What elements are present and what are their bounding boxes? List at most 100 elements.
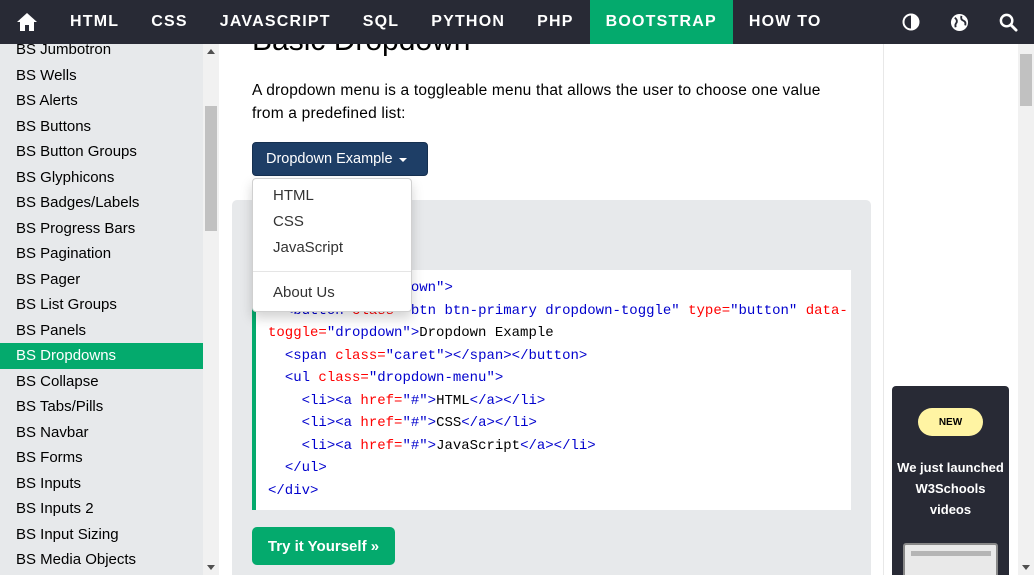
code-token: </a></li> (461, 415, 537, 431)
code-token: "button" (730, 302, 798, 319)
sidebar-item-bs-panels[interactable]: BS Panels (0, 318, 203, 344)
search-icon[interactable] (999, 13, 1018, 32)
promo-message: We just launched W3Schools videos (897, 460, 1004, 517)
sidebar-item-bs-dropdowns[interactable]: BS Dropdowns (0, 343, 203, 369)
code-token: > (494, 370, 504, 386)
contrast-icon[interactable] (902, 13, 920, 31)
code-token: href= (360, 415, 403, 431)
code-token: HTML (436, 392, 470, 409)
code-token: type= (688, 302, 731, 319)
sidebar-item-bs-media-objects[interactable]: BS Media Objects (0, 547, 203, 573)
code-token: > (410, 325, 420, 341)
sidebar-item-bs-badges-labels[interactable]: BS Badges/Labels (0, 190, 203, 216)
code-token: href= (360, 437, 403, 454)
sidebar-item-bs-progress-bars[interactable]: BS Progress Bars (0, 216, 203, 242)
code-token: <ul (284, 370, 319, 386)
code-token: href= (360, 392, 403, 409)
sidebar-scrollbar[interactable] (203, 44, 219, 575)
code-token: > (444, 280, 453, 296)
sidebar-item-bs-inputs[interactable]: BS Inputs (0, 471, 203, 497)
code-token: Dropdown Example (419, 325, 554, 341)
code-token: > (427, 437, 437, 454)
dropdown-button-label: Dropdown Example (266, 151, 393, 167)
code-token: <span (284, 347, 336, 364)
sidebar-item-bs-forms[interactable]: BS Forms (0, 445, 203, 471)
code-token: data- (805, 302, 848, 319)
nav-link-php[interactable]: PHP (521, 0, 590, 44)
nav-links: HTML CSS JAVASCRIPT SQL PYTHON PHP BOOTSTRAP HO… (54, 0, 838, 44)
sidebar-item-bs-navbar[interactable]: BS Navbar (0, 420, 203, 446)
dropdown-item-javascript[interactable]: JavaScript (273, 239, 343, 256)
sidebar-item-bs-jumbotron[interactable]: BS Jumbotron (0, 44, 203, 63)
code-line: <li><a href="#">HTML</a></li> (268, 390, 851, 413)
caret-down-icon (398, 158, 407, 162)
dropdown-item-about-us[interactable]: About Us (273, 284, 335, 301)
code-token: "#" (402, 392, 428, 409)
dropdown-menu: HTML CSS JavaScript About Us (252, 178, 412, 312)
sidebar-item-bs-pager[interactable]: BS Pager (0, 267, 203, 293)
new-badge: NEW (918, 408, 983, 436)
code-token: <li><a (301, 437, 361, 454)
sidebar-item-bs-buttons[interactable]: BS Buttons (0, 114, 203, 140)
sidebar-item-bs-pagination[interactable]: BS Pagination (0, 241, 203, 267)
nav-right-icons (902, 0, 1018, 44)
code-token: </div> (268, 482, 319, 499)
scroll-down-arrow-icon[interactable] (1022, 565, 1030, 570)
dropdown-example-button[interactable]: Dropdown Example (252, 142, 428, 176)
dropdown-item-html[interactable]: HTML (273, 187, 314, 204)
nav-link-javascript[interactable]: JAVASCRIPT (204, 0, 347, 44)
promo-card[interactable]: NEW We just launched W3Schools videos (892, 386, 1009, 575)
sidebar-item-bs-button-groups[interactable]: BS Button Groups (0, 139, 203, 165)
code-token: class= (318, 370, 369, 386)
nav-link-html[interactable]: HTML (54, 0, 135, 44)
sidebar-item-bs-input-sizing[interactable]: BS Input Sizing (0, 522, 203, 548)
home-button[interactable] (0, 0, 54, 44)
code-token: > (427, 415, 437, 431)
page-scrollbar[interactable] (1018, 44, 1034, 575)
sidebar-item-bs-glyphicons[interactable]: BS Glyphicons (0, 165, 203, 191)
nav-link-python[interactable]: PYTHON (415, 0, 521, 44)
dropdown-divider (253, 271, 411, 272)
sidebar-item-bs-list-groups[interactable]: BS List Groups (0, 292, 203, 318)
code-token: "btn btn-primary dropdown-toggle" (402, 302, 680, 319)
nav-link-bootstrap[interactable]: BOOTSTRAP (589, 0, 733, 44)
nav-link-css[interactable]: CSS (135, 0, 204, 44)
code-token: CSS (436, 415, 462, 431)
page-scroll-thumb[interactable] (1020, 54, 1032, 106)
code-token: "#" (402, 415, 428, 431)
sidebar-menu: BS Jumbotron BS Wells BS Alerts BS Buttons B… (0, 44, 203, 573)
dropdown-item-css[interactable]: CSS (273, 213, 304, 230)
code-token: "dropdown" (326, 325, 411, 341)
sidebar-scroll-thumb[interactable] (205, 106, 217, 231)
sidebar-item-bs-wells[interactable]: BS Wells (0, 63, 203, 89)
sidebar-item-bs-collapse[interactable]: BS Collapse (0, 369, 203, 395)
page-title: Basic Dropdown (252, 44, 470, 58)
code-line: <span class="caret"></span></button> (268, 345, 851, 368)
video-thumbnail[interactable] (903, 543, 998, 575)
code-line: <ul class="dropdown-menu"> (268, 367, 851, 390)
code-token: </a></li> (520, 437, 596, 454)
code-line: </div> (268, 480, 851, 503)
try-it-yourself-button[interactable]: Try it Yourself » (252, 527, 395, 565)
sidebar-item-bs-alerts[interactable]: BS Alerts (0, 88, 203, 114)
code-token: </ul> (284, 460, 327, 476)
code-token: "dropdown-menu" (368, 370, 495, 386)
home-icon (17, 13, 37, 31)
sidebar-item-bs-tabs-pills[interactable]: BS Tabs/Pills (0, 394, 203, 420)
globe-icon[interactable] (950, 13, 969, 32)
code-token: > (427, 392, 437, 409)
nav-link-sql[interactable]: SQL (347, 0, 416, 44)
code-token: <li><a (301, 392, 361, 409)
code-token: </a></li> (469, 392, 546, 409)
scroll-up-arrow-icon[interactable] (207, 49, 215, 54)
nav-link-how-to[interactable]: HOW TO (733, 0, 838, 44)
scroll-down-arrow-icon[interactable] (207, 565, 215, 570)
sidebar: BS Jumbotron BS Wells BS Alerts BS Buttons B… (0, 44, 219, 575)
sidebar-item-bs-inputs-2[interactable]: BS Inputs 2 (0, 496, 203, 522)
